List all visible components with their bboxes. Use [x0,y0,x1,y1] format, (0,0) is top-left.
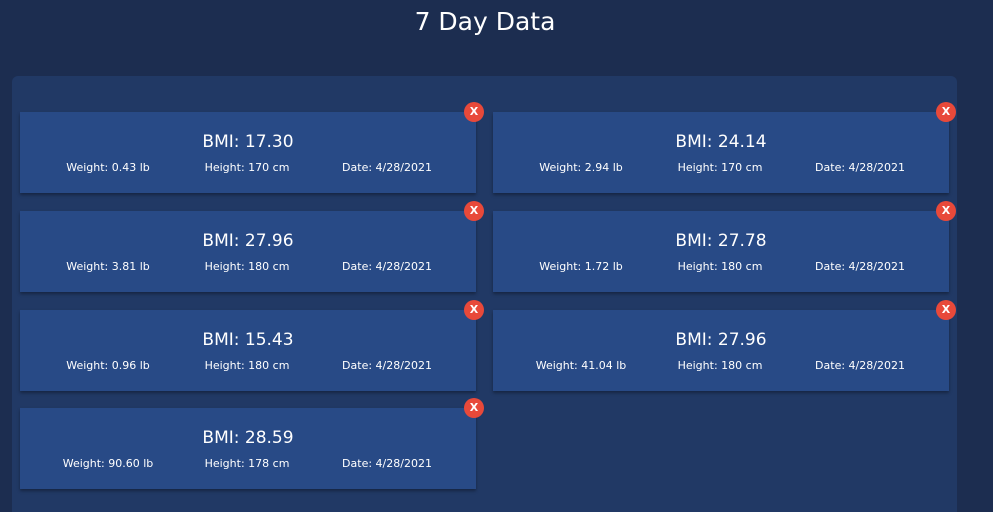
close-icon: X [469,401,479,414]
close-icon: X [941,303,951,316]
weight-value: Weight: 0.96 lb [66,359,150,372]
weight-value: Weight: 0.43 lb [66,161,150,174]
delete-entry-button[interactable]: X [464,102,484,122]
bmi-value: BMI: 28.59 [202,428,294,448]
bmi-entry-card: BMI: 27.96 Weight: 3.81 lb Height: 180 c… [20,211,476,292]
weight-value: Weight: 2.94 lb [539,161,623,174]
delete-entry-button[interactable]: X [936,102,956,122]
delete-entry-button[interactable]: X [936,300,956,320]
height-value: Height: 170 cm [204,161,290,174]
date-value: Date: 4/28/2021 [815,359,905,372]
weight-value: Weight: 3.81 lb [66,260,150,273]
date-value: Date: 4/28/2021 [342,457,432,470]
bmi-value: BMI: 24.14 [675,132,767,152]
close-icon: X [941,204,951,217]
bmi-value: BMI: 27.78 [675,231,767,251]
weight-value: Weight: 41.04 lb [535,359,627,372]
bmi-value: BMI: 15.43 [202,330,294,350]
data-panel: BMI: 17.30 Weight: 0.43 lb Height: 170 c… [12,76,957,512]
page-title: 7 Day Data [414,7,556,36]
date-value: Date: 4/28/2021 [815,161,905,174]
height-value: Height: 170 cm [677,161,763,174]
bmi-value: BMI: 27.96 [202,231,294,251]
height-value: Height: 180 cm [677,260,763,273]
date-value: Date: 4/28/2021 [342,161,432,174]
bmi-entry-card: BMI: 17.30 Weight: 0.43 lb Height: 170 c… [20,112,476,193]
bmi-entry-card: BMI: 24.14 Weight: 2.94 lb Height: 170 c… [493,112,949,193]
close-icon: X [469,303,479,316]
delete-entry-button[interactable]: X [464,201,484,221]
height-value: Height: 180 cm [204,359,290,372]
bmi-value: BMI: 27.96 [675,330,767,350]
date-value: Date: 4/28/2021 [342,359,432,372]
weight-value: Weight: 1.72 lb [539,260,623,273]
close-icon: X [469,204,479,217]
bmi-entry-card: BMI: 15.43 Weight: 0.96 lb Height: 180 c… [20,310,476,391]
delete-entry-button[interactable]: X [936,201,956,221]
page: 7 Day Data BMI: 17.30 Weight: 0.43 lb He… [0,0,993,512]
bmi-value: BMI: 17.30 [202,132,294,152]
height-value: Height: 180 cm [204,260,290,273]
bmi-entry-card: BMI: 27.96 Weight: 41.04 lb Height: 180 … [493,310,949,391]
bmi-entry-card: BMI: 27.78 Weight: 1.72 lb Height: 180 c… [493,211,949,292]
delete-entry-button[interactable]: X [464,398,484,418]
close-icon: X [941,105,951,118]
height-value: Height: 178 cm [204,457,290,470]
weight-value: Weight: 90.60 lb [62,457,154,470]
date-value: Date: 4/28/2021 [815,260,905,273]
close-icon: X [469,105,479,118]
bmi-entry-card: BMI: 28.59 Weight: 90.60 lb Height: 178 … [20,408,476,489]
delete-entry-button[interactable]: X [464,300,484,320]
height-value: Height: 180 cm [677,359,763,372]
date-value: Date: 4/28/2021 [342,260,432,273]
